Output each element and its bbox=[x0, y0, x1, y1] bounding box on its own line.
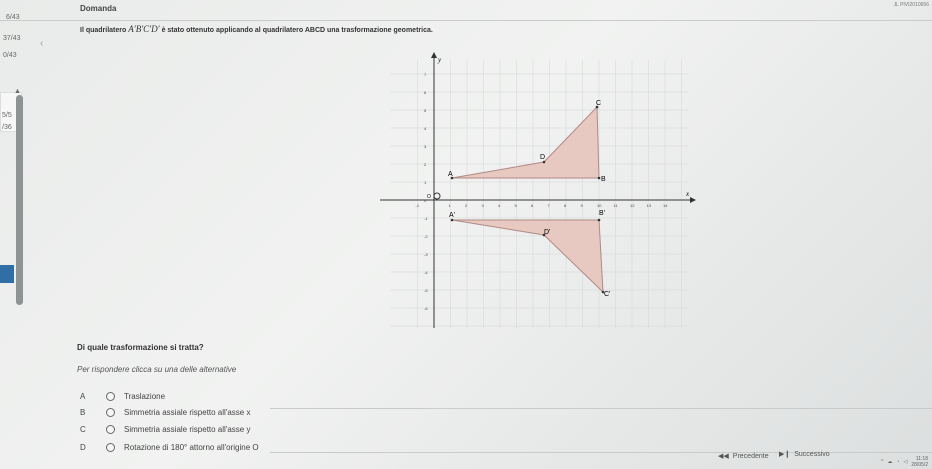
chevron-left-icon[interactable]: ‹ bbox=[40, 38, 43, 49]
label-a: A bbox=[448, 171, 453, 178]
y-tick-label: -1 bbox=[424, 216, 428, 221]
taskbar: ^ ☁ ◔ ◁ 11:18 28/05/2 bbox=[700, 455, 932, 469]
wifi-icon[interactable]: ◔ bbox=[896, 459, 899, 465]
origin-label: O bbox=[427, 194, 431, 200]
label-c: C bbox=[596, 100, 601, 107]
x-axis-label: x bbox=[685, 190, 690, 198]
x-tick-label: 13 bbox=[647, 203, 652, 208]
sidebar-item[interactable]: 6/43 bbox=[6, 14, 20, 21]
option-label[interactable]: Simmetria assiale rispetto all'asse y bbox=[124, 425, 250, 434]
sidebar-item[interactable]: 5/5 bbox=[2, 112, 12, 119]
point-d bbox=[542, 160, 546, 164]
y-tick-label: -3 bbox=[424, 252, 428, 257]
label-d: D bbox=[540, 154, 545, 161]
y-axis-arrow bbox=[431, 52, 437, 58]
point-b1 bbox=[597, 218, 601, 222]
x-tick-label: 7 bbox=[548, 203, 551, 208]
option-b[interactable]: B Simmetria assiale rispetto all'asse x bbox=[80, 405, 250, 419]
hint-text: Per rispondere clicca su una delle alter… bbox=[77, 365, 237, 374]
option-letter: A bbox=[80, 391, 86, 401]
option-d[interactable]: D Rotazione di 180° attorno all'origine … bbox=[80, 440, 259, 454]
y-tick-label: -2 bbox=[424, 234, 428, 239]
cloud-icon[interactable]: ☁ bbox=[887, 459, 892, 465]
sidebar-item[interactable]: 37/43 bbox=[3, 35, 21, 42]
origin-marker bbox=[433, 192, 441, 200]
clock-date: 28/05/2 bbox=[911, 462, 928, 468]
y-tick-label: -5 bbox=[424, 288, 428, 293]
question-text: Il quadrilatero A′B′C′D′ è stato ottenut… bbox=[80, 24, 433, 34]
option-c[interactable]: C Simmetria assiale rispetto all'asse y bbox=[80, 422, 250, 436]
x-tick-label: 1 bbox=[449, 203, 452, 208]
x-axis-arrow bbox=[690, 197, 696, 203]
quadrilateral-abcd bbox=[451, 105, 600, 179]
coordinate-plane: x y -1 1 2 3 4 5 6 7 8 9 10 11 12 13 14 76543210-1-2-3… bbox=[380, 52, 696, 328]
y-axis-label: y bbox=[437, 56, 442, 64]
y-tick-label: -4 bbox=[424, 270, 428, 275]
y-tick-label: 5 bbox=[424, 108, 427, 113]
y-tick-label: 3 bbox=[424, 144, 427, 149]
question-shape: A′B′C′D′ bbox=[128, 24, 160, 34]
chevron-up-icon[interactable]: ^ bbox=[881, 459, 883, 465]
y-tick-label: 7 bbox=[424, 72, 427, 77]
speaker-icon[interactable]: ◁ bbox=[903, 459, 907, 465]
x-tick-label: 8 bbox=[564, 203, 567, 208]
x-tick-labels: -1 1 2 3 4 5 6 7 8 9 10 11 12 13 14 bbox=[416, 203, 669, 208]
option-a[interactable]: A Traslazione bbox=[80, 389, 165, 403]
x-tick-label: 9 bbox=[581, 203, 584, 208]
scrollbar-thumb[interactable] bbox=[16, 95, 23, 305]
quadrilateral-a1b1c1d1 bbox=[451, 219, 604, 294]
y-tick-label: 2 bbox=[424, 162, 427, 167]
page-title: Domanda bbox=[80, 4, 117, 13]
radio-button[interactable] bbox=[106, 391, 115, 401]
question-prefix: Il quadrilatero bbox=[80, 27, 127, 34]
radio-button[interactable] bbox=[106, 407, 115, 417]
sidebar-item[interactable]: /36 bbox=[2, 124, 12, 131]
option-letter: D bbox=[80, 442, 86, 452]
x-tick-label: -1 bbox=[416, 203, 420, 208]
option-letter: B bbox=[80, 407, 86, 417]
header-divider bbox=[0, 20, 932, 21]
sidebar-tab[interactable] bbox=[0, 265, 14, 283]
radio-button[interactable] bbox=[106, 424, 115, 434]
label-b: B bbox=[601, 176, 606, 183]
x-tick-label: 11 bbox=[614, 203, 619, 208]
y-tick-label: -6 bbox=[424, 306, 428, 311]
sidebar-item[interactable]: 0/43 bbox=[3, 52, 17, 59]
x-tick-label: 4 bbox=[498, 203, 501, 208]
y-tick-label: 4 bbox=[424, 126, 427, 131]
y-tick-label: 1 bbox=[424, 180, 427, 185]
x-tick-label: 6 bbox=[531, 203, 534, 208]
clock[interactable]: 11:18 28/05/2 bbox=[911, 456, 928, 468]
x-tick-label: 12 bbox=[630, 203, 635, 208]
label-d1: D' bbox=[544, 229, 550, 236]
x-tick-label: 3 bbox=[482, 203, 485, 208]
x-tick-label: 5 bbox=[515, 203, 518, 208]
x-tick-label: 2 bbox=[465, 203, 468, 208]
option-label[interactable]: Simmetria assiale rispetto all'asse x bbox=[124, 408, 250, 417]
point-b bbox=[597, 176, 601, 180]
corner-code: JL PIVI2010656 bbox=[893, 2, 929, 8]
label-a1: A' bbox=[449, 212, 455, 219]
y-tick-labels: 76543210-1-2-3-4-5-6 bbox=[424, 72, 428, 311]
x-tick-label: 10 bbox=[597, 203, 602, 208]
x-tick-label: 14 bbox=[663, 203, 668, 208]
y-tick-label: 6 bbox=[424, 90, 427, 95]
footer-divider-bottom bbox=[270, 452, 932, 453]
footer-divider bbox=[270, 408, 932, 409]
point-a1 bbox=[450, 218, 454, 222]
option-label[interactable]: Traslazione bbox=[124, 392, 165, 401]
sidebar: 6/43 37/43 0/43 ‹ 5/5 /36 ▲ bbox=[0, 0, 60, 469]
radio-button[interactable] bbox=[106, 442, 115, 452]
prompt-text: Di quale trasformazione si tratta? bbox=[77, 343, 204, 352]
label-c1: C' bbox=[604, 291, 610, 298]
chevron-up-icon[interactable]: ▲ bbox=[14, 88, 21, 95]
question-suffix: è stato ottenuto applicando al quadrilat… bbox=[161, 27, 433, 34]
label-b1: B' bbox=[599, 210, 605, 217]
option-label[interactable]: Rotazione di 180° attorno all'origine O bbox=[124, 443, 259, 452]
option-letter: C bbox=[80, 424, 86, 434]
